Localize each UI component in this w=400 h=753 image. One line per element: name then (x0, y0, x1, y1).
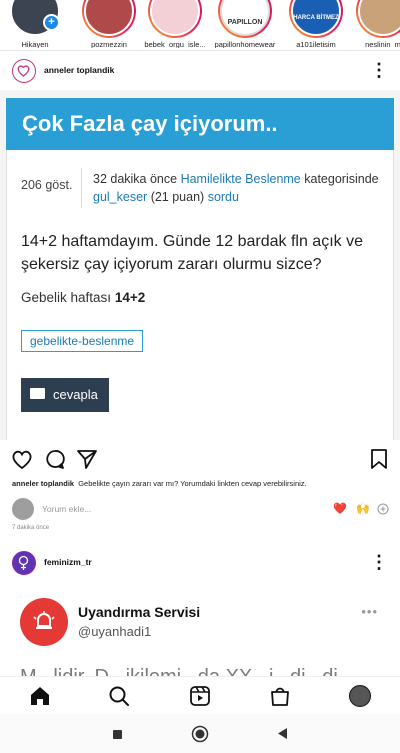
post-header: anneler toplandik ⋮ (0, 55, 400, 87)
reply-button: cevapla (21, 378, 109, 412)
caption-username[interactable]: anneler toplandik (12, 479, 74, 488)
view-count: 206 göst. (21, 178, 73, 192)
story-avatar (150, 0, 200, 36)
shop-icon[interactable] (269, 685, 291, 707)
bottom-nav (0, 676, 400, 715)
post-image[interactable]: Uyandırma Servisi @uyanhadi1 ••• M...lid… (0, 580, 400, 688)
story-avatar (358, 0, 400, 36)
share-icon[interactable] (76, 448, 98, 470)
profile-avatar[interactable] (12, 59, 36, 83)
caption-text: Gebelikte çayın zararı var mı? Yorumdaki… (78, 479, 307, 488)
story-label: papillonhomewear (214, 40, 276, 48)
heart-emoji-icon[interactable]: ❤️ (333, 502, 347, 515)
week-label: Gebelik haftası (21, 290, 112, 305)
story-label: pozmezzin (91, 40, 127, 48)
tweet-name: Uyandırma Servisi (78, 604, 201, 620)
divider (81, 168, 82, 208)
story-avatar: PAPILLON (220, 0, 270, 36)
bookmark-icon[interactable] (370, 448, 388, 470)
stories-row: + Hikayen pozmezzin bebek_orgu_isle... P… (0, 0, 400, 48)
story-own[interactable]: + Hikayen (2, 0, 68, 48)
question-text: 14+2 haftamdayım. Günde 12 bardak fln aç… (21, 233, 363, 273)
story-avatar (84, 0, 134, 36)
system-nav-bar (0, 714, 400, 753)
post-username[interactable]: feminizm_tr (44, 557, 92, 567)
story-label: bebek_orgu_isle... (144, 40, 206, 48)
question-body: 206 göst. 32 dakika önce Hamilelikte Bes… (6, 150, 394, 440)
add-story-icon[interactable]: + (43, 14, 60, 31)
divider (0, 50, 400, 51)
post-image[interactable]: Çok Fazla çay içiyorum.. 206 göst. 32 da… (0, 90, 400, 440)
story-item[interactable]: pozmezzin (76, 0, 142, 48)
raised-hands-emoji-icon[interactable]: 🙌 (356, 502, 370, 515)
add-comment-row: Yorum ekle... ❤️ 🙌 (0, 498, 400, 520)
story-label: a101iletisim (296, 40, 336, 48)
question-meta: 32 dakika önce Hamilelikte Beslenme kate… (93, 170, 389, 206)
more-options-icon[interactable]: ⋮ (370, 553, 388, 571)
comment-icon[interactable] (44, 448, 66, 470)
post-header: feminizm_tr ⋮ (0, 547, 400, 579)
story-item[interactable]: PAPILLON papillonhomewear (212, 0, 278, 48)
comment-input[interactable]: Yorum ekle... (42, 504, 91, 514)
week-value: 14+2 (114, 290, 146, 305)
search-icon[interactable] (108, 685, 130, 707)
home-icon[interactable] (29, 685, 51, 707)
meta-text: kategorisinde (304, 172, 379, 186)
story-item[interactable]: HARCA BİTMEZ a101iletisim (283, 0, 349, 48)
tweet-more-icon: ••• (361, 604, 378, 619)
post-caption: anneler toplandik Gebelikte çayın zararı… (12, 479, 392, 488)
points-text: (21 puan) (150, 190, 205, 204)
tweet-avatar (20, 598, 68, 646)
back-icon[interactable] (276, 727, 288, 740)
heart-icon[interactable] (10, 448, 34, 470)
alarm-icon (33, 611, 55, 629)
story-label: neslinin_m (365, 40, 400, 48)
post-actions (0, 446, 400, 474)
time-text: 32 dakika önce (93, 172, 178, 186)
more-options-icon[interactable]: ⋮ (370, 61, 388, 79)
profile-avatar[interactable] (349, 685, 371, 707)
feminism-logo-icon (18, 555, 29, 570)
verb-link: sordu (207, 190, 239, 204)
story-avatar: HARCA BİTMEZ (291, 0, 341, 36)
story-item[interactable]: bebek_orgu_isle... (142, 0, 208, 48)
post-username[interactable]: anneler toplandik (44, 65, 114, 75)
story-item[interactable]: neslinin_m (350, 0, 400, 48)
pregnancy-week: Gebelik haftası 14+2 (21, 290, 145, 305)
speech-bubble-icon (30, 388, 45, 399)
user-link: gul_keser (93, 190, 148, 204)
tag-badge: gebelikte-beslenme (21, 330, 144, 352)
post-time: 7 dakika önce (12, 525, 50, 531)
add-emoji-icon[interactable] (377, 503, 389, 515)
question-title: Çok Fazla çay içiyorum.. (6, 98, 394, 150)
tweet-handle: @uyanhadi1 (78, 624, 152, 639)
story-label: Hikayen (21, 40, 49, 48)
avatar (12, 498, 34, 520)
heart-logo-icon (17, 65, 30, 77)
reels-icon[interactable] (189, 685, 211, 707)
profile-avatar[interactable] (12, 551, 36, 575)
recents-icon[interactable] (113, 730, 122, 739)
reply-label: cevapla (53, 387, 98, 402)
category-link: Hamilelikte Beslenme (180, 172, 301, 186)
home-circle-icon[interactable] (191, 725, 209, 743)
